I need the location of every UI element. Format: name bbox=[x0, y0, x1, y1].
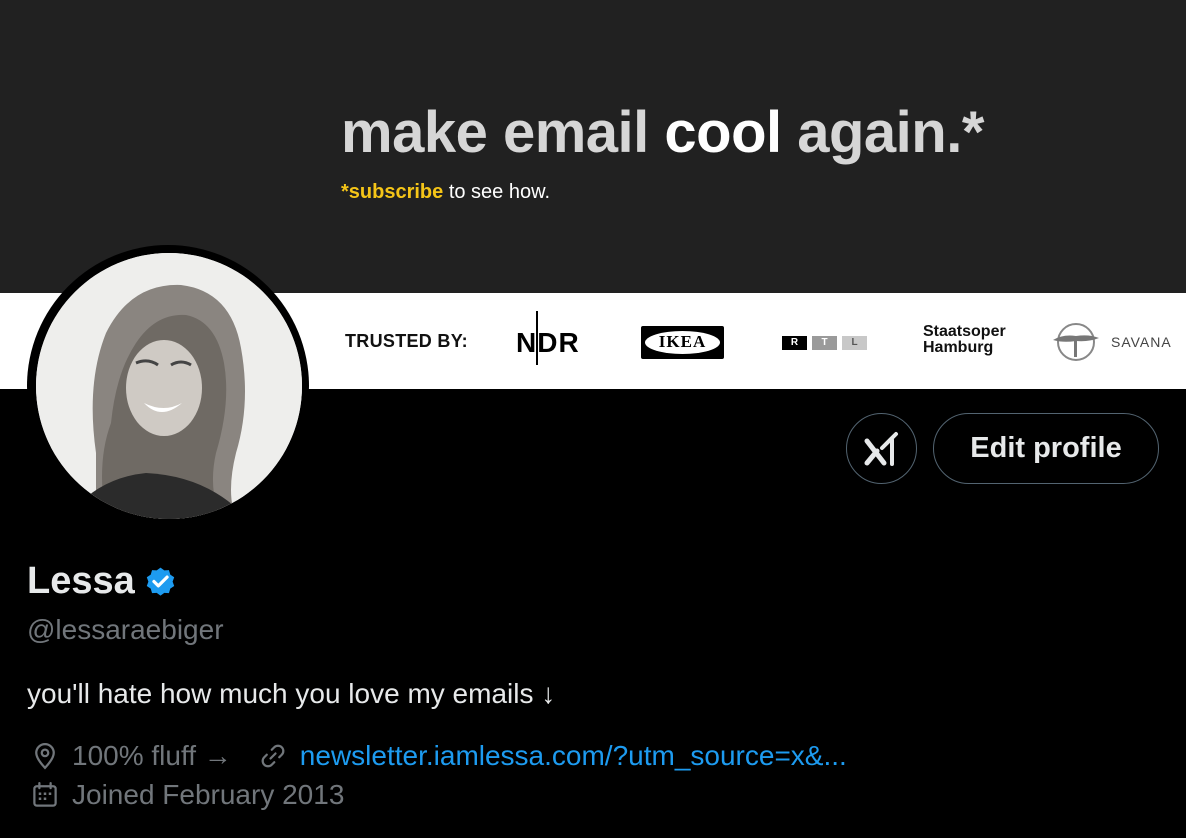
subline-rest: to see how. bbox=[443, 181, 551, 203]
profile-meta-row-1: 100% fluff → newsletter.iamlessa.com/?ut… bbox=[30, 740, 847, 772]
profile-website-link[interactable]: newsletter.iamlessa.com/?utm_source=x&..… bbox=[300, 740, 847, 772]
trusted-by-label: TRUSTED BY: bbox=[345, 331, 468, 351]
ikea-logo: IKEA bbox=[641, 326, 724, 359]
profile-meta-row-2: Joined February 2013 bbox=[30, 779, 344, 811]
ndr-logo-text: NDR bbox=[516, 327, 580, 358]
avatar-photo bbox=[36, 253, 302, 519]
profile-name-row: Lessa bbox=[27, 560, 178, 603]
savana-logo-text: SAVANA bbox=[1111, 334, 1172, 350]
staatsoper-logo: Staatsoper Hamburg bbox=[923, 324, 1006, 356]
location-pin-icon bbox=[35, 743, 55, 770]
rtl-logo-l: L bbox=[842, 336, 867, 350]
profile-joined: Joined February 2013 bbox=[72, 779, 345, 810]
staatsoper-line2: Hamburg bbox=[923, 339, 994, 356]
edit-profile-button[interactable]: Edit profile bbox=[933, 413, 1159, 484]
profile-name: Lessa bbox=[27, 560, 135, 602]
staatsoper-line1: Staatsoper bbox=[923, 323, 1006, 340]
ndr-logo: NDR bbox=[516, 311, 579, 365]
subscribe-highlight: *subscribe bbox=[341, 181, 444, 203]
profile-bio: you'll hate how much you love my emails … bbox=[27, 678, 556, 709]
profile-handle: @lessaraebiger bbox=[27, 614, 224, 645]
headline-part3: again.* bbox=[781, 100, 984, 165]
grok-icon bbox=[864, 431, 898, 466]
website-group[interactable]: newsletter.iamlessa.com/?utm_source=x&..… bbox=[258, 740, 847, 772]
rtl-logo-r: R bbox=[782, 336, 807, 350]
grok-button[interactable] bbox=[846, 413, 917, 484]
ikea-logo-text: IKEA bbox=[658, 332, 707, 351]
savana-logo: SAVANA bbox=[1049, 322, 1174, 362]
link-icon bbox=[261, 744, 285, 768]
verified-badge-icon[interactable] bbox=[143, 564, 178, 599]
rtl-logo-t: T bbox=[812, 336, 837, 350]
banner-subline: *subscribe to see how. bbox=[341, 181, 550, 204]
profile-location: 100% fluff → bbox=[72, 740, 232, 771]
calendar-icon bbox=[33, 782, 57, 807]
headline-part1: make email bbox=[341, 100, 665, 165]
banner-headline: make email cool again.* bbox=[341, 104, 984, 162]
avatar[interactable] bbox=[36, 253, 302, 519]
rtl-logo: R T L bbox=[782, 336, 867, 350]
savana-tree-icon bbox=[1053, 323, 1099, 361]
headline-part2: cool bbox=[664, 100, 782, 165]
